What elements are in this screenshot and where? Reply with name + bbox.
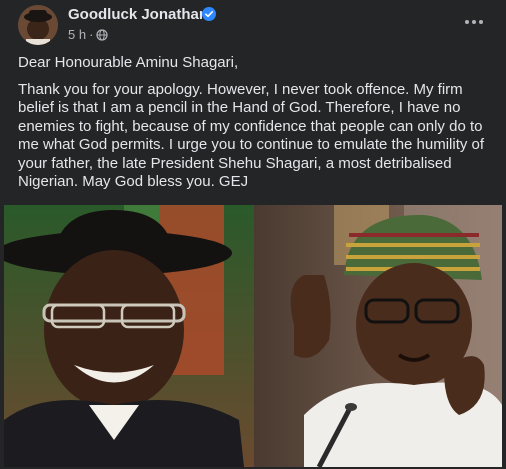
post-meta: 5 h · (68, 27, 109, 42)
meta-separator: · (89, 27, 94, 42)
facebook-post: Goodluck Jonathan 5 h · Dear Honourable … (0, 0, 506, 469)
author-avatar[interactable] (18, 5, 58, 45)
author-name[interactable]: Goodluck Jonathan (68, 6, 208, 23)
more-options-icon[interactable] (462, 10, 486, 34)
globe-icon[interactable] (96, 28, 109, 41)
post-header: Goodluck Jonathan 5 h · (0, 0, 506, 46)
post-body: Dear Honourable Aminu Shagari, Thank you… (18, 54, 494, 192)
post-message: Thank you for your apology. However, I n… (18, 80, 485, 191)
post-timestamp[interactable]: 5 h (68, 27, 86, 42)
post-photo[interactable] (4, 205, 502, 467)
post-greeting: Dear Honourable Aminu Shagari, (18, 54, 239, 71)
verified-badge-icon (202, 7, 216, 21)
